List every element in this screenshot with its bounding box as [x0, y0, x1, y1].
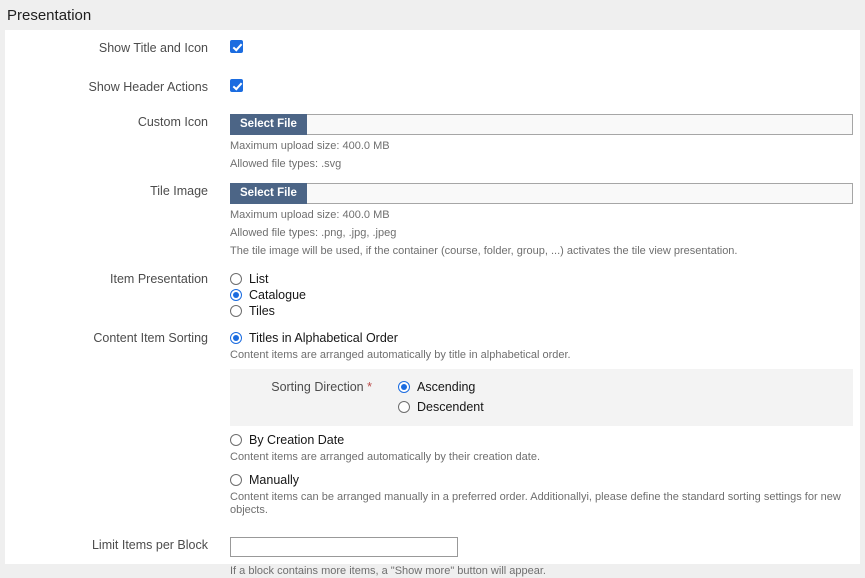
field-label-custom-icon: Custom Icon: [5, 114, 230, 171]
radio-list[interactable]: [230, 273, 242, 285]
sorting-direction-option-ascending[interactable]: Ascending: [398, 379, 484, 395]
radio-alphabetical[interactable]: [230, 332, 242, 344]
tile-image-filetypes-byline: Allowed file types: .png, .jpg, .jpeg: [230, 227, 853, 240]
radio-tiles[interactable]: [230, 305, 242, 317]
field-tile-image: Tile Image Select File Maximum upload si…: [5, 183, 853, 258]
sorting-option-creation-date[interactable]: By Creation Date: [230, 432, 853, 448]
radio-ascending-label[interactable]: Ascending: [417, 379, 475, 395]
radio-tiles-label[interactable]: Tiles: [249, 303, 275, 319]
sorting-direction-subpanel: Sorting Direction * Ascending Descendent: [230, 369, 853, 426]
field-show-header-actions: Show Header Actions: [5, 79, 853, 97]
item-presentation-option-tiles[interactable]: Tiles: [230, 303, 853, 319]
field-label-content-item-sorting: Content Item Sorting: [5, 330, 230, 517]
sorting-creation-date-byline: Content items are arranged automatically…: [230, 451, 853, 464]
form-panel: Show Title and Icon Show Header Actions …: [5, 30, 860, 564]
field-show-title-and-icon: Show Title and Icon: [5, 40, 853, 58]
radio-alphabetical-label[interactable]: Titles in Alphabetical Order: [249, 330, 398, 346]
radio-creation-date[interactable]: [230, 434, 242, 446]
item-presentation-option-catalogue[interactable]: Catalogue: [230, 287, 853, 303]
radio-manually[interactable]: [230, 474, 242, 486]
show-header-actions-checkbox[interactable]: [230, 79, 243, 92]
custom-icon-file-track[interactable]: [307, 114, 853, 135]
radio-descendent[interactable]: [398, 401, 410, 413]
custom-icon-select-file-button[interactable]: Select File: [230, 114, 307, 135]
field-content-item-sorting: Content Item Sorting Titles in Alphabeti…: [5, 330, 853, 517]
sorting-direction-label: Sorting Direction *: [230, 379, 398, 415]
custom-icon-max-upload-byline: Maximum upload size: 400.0 MB: [230, 140, 853, 153]
radio-ascending[interactable]: [398, 381, 410, 393]
tile-image-file-input: Select File: [230, 183, 853, 204]
tile-image-file-track[interactable]: [307, 183, 853, 204]
radio-catalogue[interactable]: [230, 289, 242, 301]
tile-image-select-file-button[interactable]: Select File: [230, 183, 307, 204]
field-label-item-presentation: Item Presentation: [5, 271, 230, 319]
sorting-option-alphabetical[interactable]: Titles in Alphabetical Order: [230, 330, 853, 346]
tile-image-max-upload-byline: Maximum upload size: 400.0 MB: [230, 209, 853, 222]
show-title-and-icon-checkbox[interactable]: [230, 40, 243, 53]
page-title: Presentation: [0, 0, 865, 30]
radio-manually-label[interactable]: Manually: [249, 472, 299, 488]
radio-descendent-label[interactable]: Descendent: [417, 399, 484, 415]
field-label-show-header-actions: Show Header Actions: [5, 79, 230, 97]
sorting-alphabetical-byline: Content items are arranged automatically…: [230, 349, 853, 362]
item-presentation-option-list[interactable]: List: [230, 271, 853, 287]
required-asterisk: *: [367, 380, 372, 394]
field-label-tile-image: Tile Image: [5, 183, 230, 258]
custom-icon-filetypes-byline: Allowed file types: .svg: [230, 158, 853, 171]
radio-creation-date-label[interactable]: By Creation Date: [249, 432, 344, 448]
sorting-direction-label-text: Sorting Direction: [271, 380, 363, 394]
radio-catalogue-label[interactable]: Catalogue: [249, 287, 306, 303]
field-item-presentation: Item Presentation List Catalogue Tiles: [5, 271, 853, 319]
field-custom-icon: Custom Icon Select File Maximum upload s…: [5, 114, 853, 171]
limit-items-input[interactable]: [230, 537, 458, 557]
sorting-manually-byline: Content items can be arranged manually i…: [230, 491, 853, 517]
radio-list-label[interactable]: List: [249, 271, 268, 287]
custom-icon-file-input: Select File: [230, 114, 853, 135]
tile-image-info-byline: The tile image will be used, if the cont…: [230, 245, 853, 258]
sorting-option-manually[interactable]: Manually: [230, 472, 853, 488]
sorting-direction-option-descendent[interactable]: Descendent: [398, 399, 484, 415]
field-label-show-title-and-icon: Show Title and Icon: [5, 40, 230, 58]
